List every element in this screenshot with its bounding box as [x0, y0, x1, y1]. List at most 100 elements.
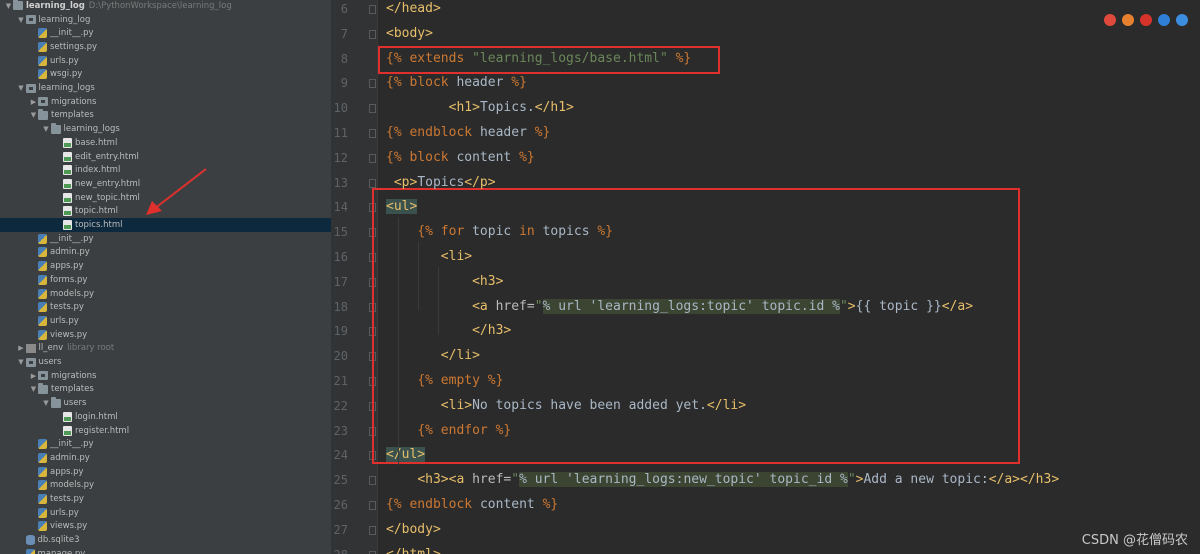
html-file-icon [63, 192, 72, 203]
code-line[interactable]: <h3> [386, 270, 503, 295]
expanded-arrow-icon[interactable]: ▼ [17, 358, 26, 366]
tree-item[interactable]: ▼ learning_logs [0, 81, 331, 95]
tree-item[interactable]: views.py [0, 520, 331, 534]
code-token: {% [386, 50, 410, 66]
tree-item[interactable]: __init__.py [0, 437, 331, 451]
tree-item[interactable]: manage.py [0, 547, 331, 554]
code-token: </li> [706, 397, 747, 413]
code-line[interactable]: <h1>Topics.</h1> [386, 96, 574, 121]
tree-item[interactable]: ▶ migrations [0, 95, 331, 109]
tree-item[interactable]: views.py [0, 328, 331, 342]
tree-item[interactable]: topics.html [0, 218, 331, 232]
code-token: % url 'learning_logs:topic' topic.id % [542, 298, 840, 314]
expanded-arrow-icon[interactable]: ▼ [42, 125, 51, 133]
tree-item[interactable]: ▶ migrations [0, 369, 331, 383]
tree-item[interactable]: urls.py [0, 54, 331, 68]
tree-item[interactable]: ▼ users [0, 396, 331, 410]
tree-item[interactable]: apps.py [0, 259, 331, 273]
expanded-arrow-icon[interactable]: ▼ [17, 16, 26, 24]
tree-item[interactable]: models.py [0, 287, 331, 301]
tree-item[interactable]: base.html [0, 136, 331, 150]
code-line[interactable]: </h3> [386, 319, 511, 344]
code-line[interactable]: {% endblock content %} [386, 493, 558, 518]
firefox-icon[interactable] [1122, 14, 1134, 26]
tree-item[interactable]: ▼ learning_log [0, 13, 331, 27]
watermark: CSDN @花僧码农 [1081, 533, 1188, 548]
edge-icon[interactable] [1158, 14, 1170, 26]
tree-item-label: urls.py [50, 507, 79, 518]
expanded-arrow-icon[interactable]: ▼ [42, 399, 51, 407]
code-token: Topics. [479, 100, 535, 116]
opera-icon[interactable] [1140, 14, 1152, 26]
code-line[interactable]: </body> [386, 518, 441, 543]
tree-item[interactable]: ▼ templates [0, 108, 331, 123]
tree-item[interactable]: urls.py [0, 506, 331, 520]
chrome-icon[interactable] [1104, 14, 1116, 26]
py-file-icon [38, 494, 47, 505]
code-line[interactable]: </html> [386, 543, 441, 554]
tree-item[interactable]: models.py [0, 479, 331, 493]
fold-marker-icon[interactable] [369, 525, 376, 535]
code-line[interactable]: <a href="% url 'learning_logs:topic' top… [386, 295, 973, 320]
tree-item[interactable]: ▼ users [0, 355, 331, 369]
tree-item[interactable]: urls.py [0, 314, 331, 328]
fold-marker-icon[interactable] [369, 550, 376, 554]
expanded-arrow-icon[interactable]: ▼ [29, 111, 38, 119]
code-line[interactable]: </head> [386, 0, 441, 22]
fold-marker-icon[interactable] [369, 5, 376, 14]
expanded-arrow-icon[interactable]: ▼ [29, 385, 38, 393]
collapsed-arrow-icon[interactable]: ▶ [29, 98, 38, 106]
code-line[interactable]: {% endblock header %} [386, 121, 550, 146]
fold-marker-icon[interactable] [369, 178, 376, 188]
tree-item[interactable]: admin.py [0, 246, 331, 260]
tree-item[interactable]: __init__.py [0, 26, 331, 40]
fold-marker-icon[interactable] [369, 476, 376, 486]
tree-item-label: apps.py [50, 466, 84, 477]
code-line[interactable]: {% endfor %} [386, 419, 511, 444]
fold-marker-icon[interactable] [369, 129, 376, 138]
code-line[interactable]: <li>No topics have been added yet.</li> [386, 394, 746, 419]
tree-item[interactable]: db.sqlite3 [0, 533, 331, 547]
tree-item[interactable]: register.html [0, 424, 331, 438]
tree-item[interactable]: settings.py [0, 40, 331, 54]
fold-marker-icon[interactable] [369, 104, 376, 114]
tree-item[interactable]: tests.py [0, 492, 331, 506]
code-line[interactable]: {% extends "learning_logs/base.html" %} [386, 47, 691, 72]
collapsed-arrow-icon[interactable]: ▶ [17, 344, 26, 352]
fold-marker-icon[interactable] [369, 153, 376, 163]
tree-item[interactable]: tests.py [0, 300, 331, 314]
code-line[interactable]: </ul> [386, 443, 426, 468]
fold-marker-icon[interactable] [369, 79, 376, 89]
code-line[interactable]: <h3><a href="% url 'learning_logs:new_to… [386, 468, 1059, 493]
fold-marker-icon[interactable] [369, 501, 376, 510]
code-line[interactable]: <ul> [386, 195, 418, 220]
tree-item[interactable]: admin.py [0, 451, 331, 465]
code-token: </p> [464, 174, 496, 190]
tree-item[interactable]: ▼ templates [0, 382, 331, 397]
tree-item[interactable]: ▼ learning_logs [0, 122, 331, 136]
collapsed-arrow-icon[interactable]: ▶ [29, 372, 38, 380]
code-line[interactable]: <body> [386, 22, 433, 47]
code-token: href= [472, 472, 512, 488]
tree-item[interactable]: apps.py [0, 465, 331, 479]
py-file-icon [38, 521, 47, 532]
code-line[interactable]: </li> [386, 344, 480, 369]
tree-item[interactable]: ▼ learning_log D:\PythonWorkspace\learning… [0, 0, 331, 13]
expanded-arrow-icon[interactable]: ▼ [4, 2, 13, 10]
code-line[interactable]: {% block content %} [386, 146, 535, 171]
code-editor[interactable]: CSDN @花僧码农 </head> <body> {% extends "lear… [372, 0, 1200, 554]
tree-item[interactable]: wsgi.py [0, 68, 331, 82]
tree-item[interactable]: edit_entry.html [0, 150, 331, 164]
tree-item[interactable]: forms.py [0, 273, 331, 287]
tree-item[interactable]: __init__.py [0, 232, 331, 246]
code-line[interactable]: {% for topic in topics %} [386, 220, 613, 245]
tree-item[interactable]: login.html [0, 410, 331, 424]
code-token: " [511, 472, 520, 488]
fold-marker-icon[interactable] [369, 29, 376, 39]
expanded-arrow-icon[interactable]: ▼ [17, 84, 26, 92]
tree-item[interactable]: ▶ ll_env library root [0, 342, 331, 356]
code-line[interactable]: {% empty %} [386, 369, 503, 394]
code-line[interactable]: <p>Topics</p> [386, 171, 496, 196]
code-line[interactable]: {% block header %} [386, 71, 527, 96]
ie-icon[interactable] [1176, 14, 1188, 26]
